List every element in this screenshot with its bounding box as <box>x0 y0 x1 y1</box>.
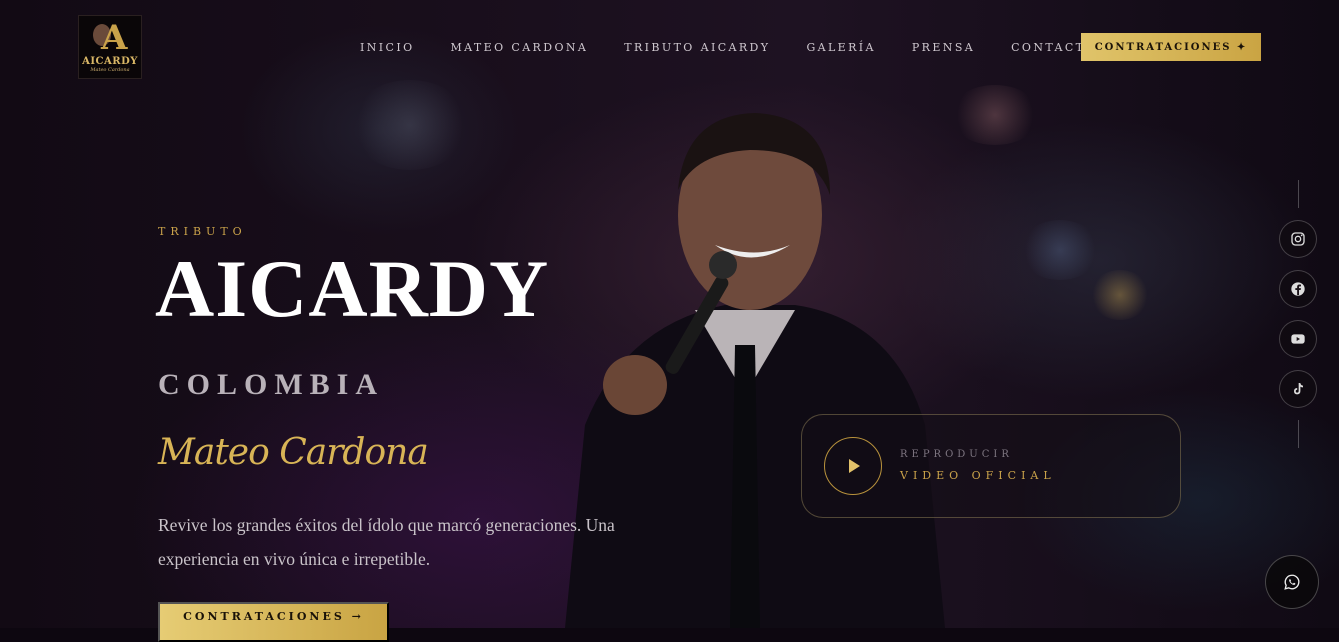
nav-contrataciones-button[interactable]: CONTRATACIONES ✦ <box>1081 33 1261 61</box>
instagram-button[interactable] <box>1279 220 1317 258</box>
stage-light <box>1020 220 1100 280</box>
instagram-icon <box>1291 232 1305 246</box>
hero-subtitle: COLOMBIA <box>158 368 385 401</box>
nav-link-mateo-cardona[interactable]: MATEO CARDONA <box>451 41 589 54</box>
nav-link-galeria[interactable]: GALERÍA <box>806 41 875 54</box>
video-card[interactable]: REPRODUCIR VIDEO OFICIAL <box>801 414 1181 518</box>
stage-light <box>1090 270 1150 320</box>
video-kicker: REPRODUCIR <box>900 449 1013 460</box>
video-title: VIDEO OFICIAL <box>900 469 1056 482</box>
nav-link-prensa[interactable]: PRENSA <box>912 41 975 54</box>
play-icon <box>849 459 860 473</box>
main-navigation: INICIO MATEO CARDONA TRIBUTO AICARDY GAL… <box>342 33 1115 61</box>
hero-artist-name: Mateo Cardona <box>158 432 429 473</box>
hero-eyebrow: TRIBUTO <box>158 225 247 238</box>
nav-link-inicio[interactable]: INICIO <box>360 41 415 54</box>
facebook-button[interactable] <box>1279 270 1317 308</box>
youtube-icon <box>1291 334 1305 344</box>
hero-title: AICARDY <box>155 243 550 334</box>
divider <box>1297 420 1299 448</box>
tiktok-icon <box>1294 383 1303 395</box>
whatsapp-button[interactable] <box>1265 555 1319 609</box>
hero-contrataciones-button[interactable]: CONTRATACIONES → <box>158 602 389 642</box>
hero-description: Revive los grandes éxitos del ídolo que … <box>158 515 615 569</box>
whatsapp-icon <box>1284 574 1300 590</box>
divider <box>1297 180 1299 208</box>
play-button[interactable] <box>824 437 882 495</box>
logo-subtitle: Mateo Cardona <box>90 67 130 73</box>
stage-light <box>350 80 470 170</box>
tiktok-button[interactable] <box>1279 370 1317 408</box>
site-logo[interactable]: A AICARDY Mateo Cardona <box>78 15 142 79</box>
logo-title: AICARDY <box>82 56 138 67</box>
nav-link-tributo-aicardy[interactable]: TRIBUTO AICARDY <box>624 41 770 54</box>
logo-monogram: A <box>101 18 128 58</box>
youtube-button[interactable] <box>1279 320 1317 358</box>
facebook-icon <box>1291 282 1305 296</box>
social-links <box>1279 180 1317 448</box>
